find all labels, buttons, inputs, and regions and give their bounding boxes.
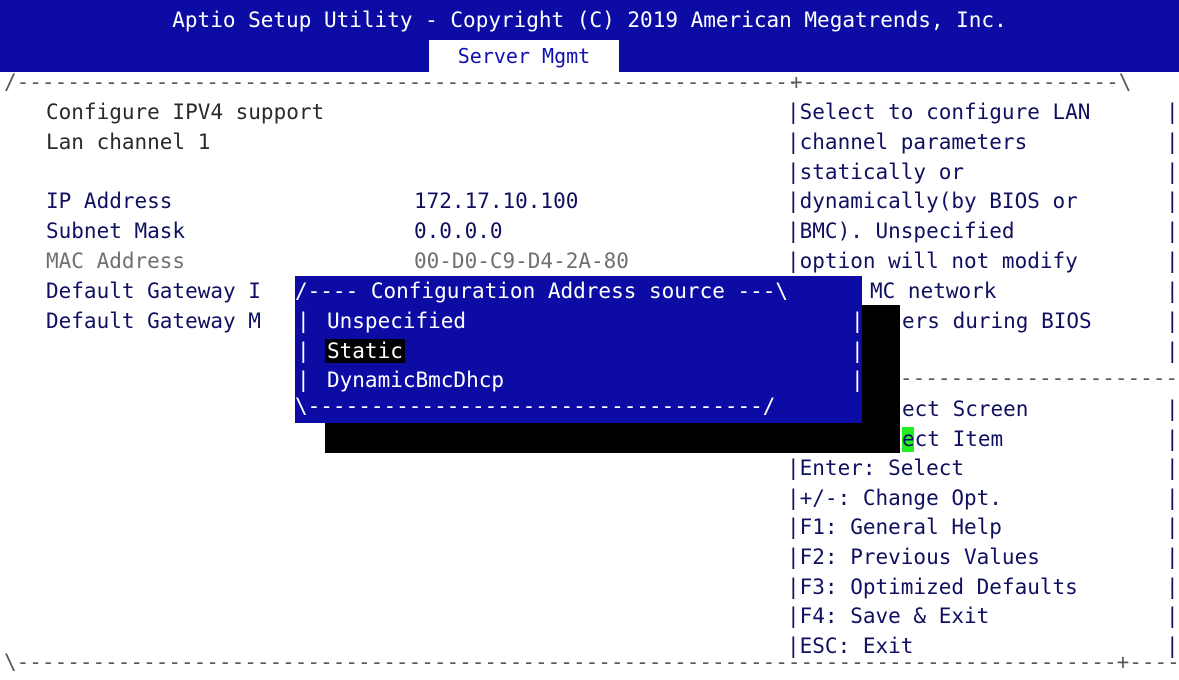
option-unspecified[interactable]: Unspecified [325, 309, 468, 333]
ip-address-value[interactable]: 172.17.10.100 [414, 189, 578, 213]
frame-right-edge: | [1166, 189, 1179, 213]
popup-right-border: | [851, 309, 864, 333]
tab-server-mgmt[interactable]: Server Mgmt [429, 40, 619, 72]
frame-right-edge: | [1166, 515, 1179, 539]
frame-right-edge: | [1166, 604, 1179, 628]
frame-top-right: +-------------------------\ [790, 70, 1132, 94]
help-line-6: |option will not modify [787, 249, 1078, 273]
help-key-select-screen: ect Screen [902, 397, 1029, 421]
frame-right-edge: | [1166, 427, 1179, 451]
default-gateway-mac-label[interactable]: Default Gateway M [46, 309, 261, 333]
help-key-enter: |Enter: Select [787, 456, 965, 480]
frame-right-edge: | [1166, 100, 1179, 124]
help-key-f3: |F3: Optimized Defaults [787, 575, 1078, 599]
configuration-address-value[interactable]: [Static] [414, 160, 515, 184]
popup-left-border: | [297, 339, 310, 363]
frame-top-left: /---------------------------------------… [4, 70, 794, 94]
popup-shadow-bottom [325, 423, 900, 453]
frame-bottom: \---------------------------------------… [4, 650, 1179, 674]
popup-title: /---- Configuration Address source ---\ [295, 279, 789, 303]
frame-right-edge: | [1166, 279, 1179, 303]
mac-address-value: 00-D0-C9-D4-2A-80 [414, 249, 629, 273]
help-line-7: MC network [870, 279, 997, 303]
help-key-f2: |F2: Previous Values [787, 545, 1040, 569]
popup-left-border: | [297, 368, 310, 392]
subnet-mask-label[interactable]: Subnet Mask [46, 219, 185, 243]
frame-right-edge: | [1166, 545, 1179, 569]
help-line-1: |Select to configure LAN [787, 100, 1091, 124]
help-key-f4: |F4: Save & Exit [787, 604, 990, 628]
option-static[interactable]: Static [325, 339, 405, 363]
frame-right-edge: | [1166, 456, 1179, 480]
frame-right-edge: | [1166, 634, 1179, 658]
help-key-f1: |F1: General Help [787, 515, 1002, 539]
help-line-5: |BMC). Unspecified [787, 219, 1015, 243]
app-title: Aptio Setup Utility - Copyright (C) 2019… [172, 8, 1007, 32]
help-key-select-item: ect Item [902, 427, 1004, 451]
header-bar: Aptio Setup Utility - Copyright (C) 2019… [0, 0, 1179, 72]
default-gateway-ip-label[interactable]: Default Gateway I [46, 279, 261, 303]
help-line-2: |channel parameters [787, 130, 1028, 154]
frame-right-edge: | [1166, 486, 1179, 510]
frame-right-edge: | [1166, 397, 1179, 421]
mac-address-label: MAC Address [46, 249, 186, 273]
help-line-3: |statically or [787, 160, 965, 184]
popup-left-border: | [297, 309, 310, 333]
frame-right-edge: | [1166, 339, 1179, 363]
configure-ipv4-label: Configure IPV4 support [46, 100, 325, 124]
configuration-address-source-popup: /---- Configuration Address source ---\ … [295, 276, 864, 423]
popup-right-border: | [851, 368, 864, 392]
frame-right-edge: | [1166, 575, 1179, 599]
popup-bottom-border: \------------------------------------/ [295, 394, 776, 418]
lan-channel-label: Lan channel 1 [46, 130, 211, 154]
frame-right-edge: | [1166, 249, 1179, 273]
help-key-esc: |ESC: Exit [787, 634, 914, 658]
frame-middle-right: +-------------------------| [862, 366, 1179, 390]
option-dynamic-bmc-dhcp[interactable]: DynamicBmcDhcp [325, 368, 506, 392]
frame-right-edge: | [1166, 160, 1179, 184]
configuration-address-label[interactable]: Configuration Address [46, 160, 312, 184]
popup-right-border: | [851, 339, 864, 363]
subnet-mask-value[interactable]: 0.0.0.0 [414, 219, 503, 243]
frame-right-edge: | [1166, 219, 1179, 243]
frame-right-edge: | [1166, 130, 1179, 154]
help-line-4: |dynamically(by BIOS or [787, 189, 1078, 213]
ip-address-label[interactable]: IP Address [46, 189, 172, 213]
frame-right-edge: | [1166, 309, 1179, 333]
help-line-8: ers during BIOS [902, 309, 1092, 333]
help-key-change-opt: |+/-: Change Opt. [787, 486, 1002, 510]
